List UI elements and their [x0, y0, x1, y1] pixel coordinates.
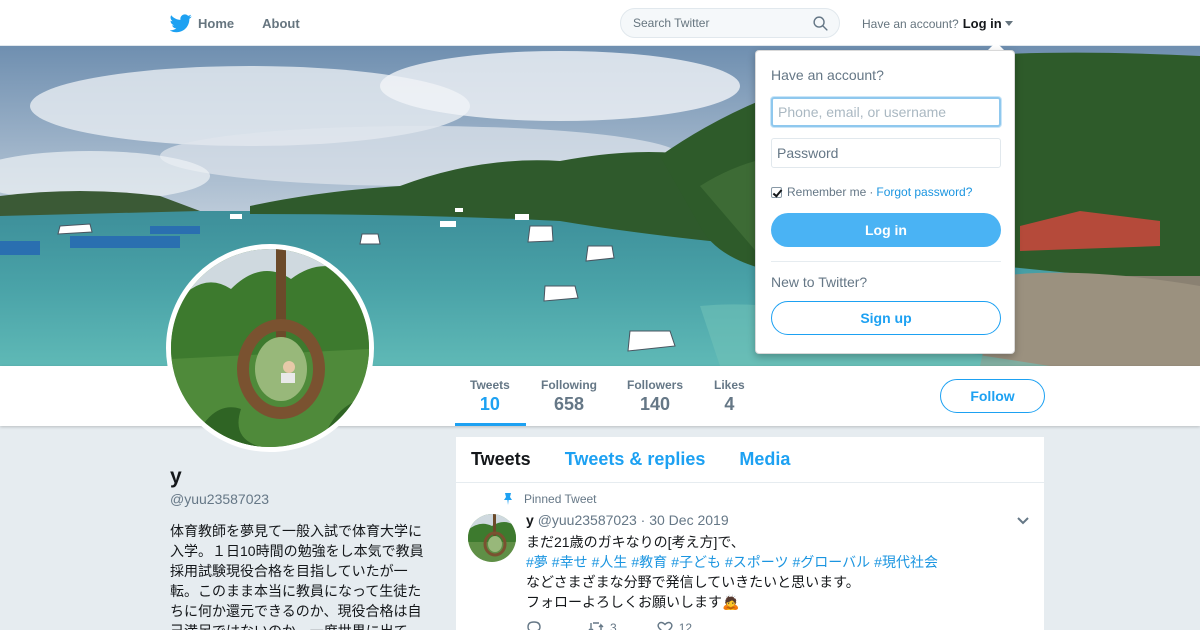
tweet-avatar-image [468, 514, 516, 562]
tweet-avatar[interactable] [468, 514, 516, 562]
dropdown-title: Have an account? [771, 67, 884, 83]
login-dropdown: Have an account? Phone, email, or userna… [755, 50, 1015, 354]
stat-value: 658 [553, 394, 585, 414]
remember-me-row: Remember me · Forgot password? [771, 185, 972, 199]
tweet-line: まだ21歳のガキなりの[考え方]で、 [526, 534, 745, 550]
reply-button[interactable] [526, 620, 548, 630]
avatar-image [171, 249, 369, 447]
stat-followers[interactable]: Followers 140 [627, 378, 683, 415]
username-field[interactable]: Phone, email, or username [771, 97, 1001, 127]
login-dropdown-toggle[interactable]: Log in [963, 16, 1002, 31]
dropdown-caret [988, 42, 1004, 50]
separator-dot: · [869, 185, 874, 199]
active-stat-underline [455, 423, 526, 426]
search-input[interactable]: Search Twitter [620, 8, 840, 38]
stat-label: Following [541, 378, 597, 392]
new-to-twitter-label: New to Twitter? [771, 274, 868, 290]
timeline-tabs: Tweets Tweets & replies Media [456, 437, 1044, 483]
stat-tweets[interactable]: Tweets 10 [470, 378, 510, 415]
username-placeholder: Phone, email, or username [778, 104, 947, 120]
hashtag-link[interactable]: #夢 [526, 554, 548, 570]
retweet-button[interactable]: 3 [588, 620, 617, 630]
stat-label: Tweets [470, 378, 510, 392]
stat-value: 4 [724, 394, 735, 414]
nav-left-group: Home About [170, 0, 328, 46]
tweet-text: まだ21歳のガキなりの[考え方]で、 #夢 #幸せ #人生 #教育 #子ども #スポーツ #… [526, 532, 1026, 612]
remember-me-label[interactable]: Remember me [787, 185, 866, 199]
hashtag-link[interactable]: #教育 [631, 554, 667, 570]
home-link[interactable]: Home [170, 12, 234, 34]
divider [771, 261, 1001, 262]
tweet-author[interactable]: y [526, 512, 534, 528]
tweet-line: などさまざまな分野で発信していきたいと思います。 [526, 574, 860, 590]
tab-tweets[interactable]: Tweets [471, 449, 531, 470]
stat-likes[interactable]: Likes 4 [714, 378, 745, 415]
tweet-handle[interactable]: @yuu23587023 [538, 512, 637, 528]
caret-down-icon[interactable] [1004, 21, 1013, 26]
hashtag-link[interactable]: #スポーツ [725, 554, 789, 570]
account-menu: Have an account? Log in [862, 16, 1013, 31]
profile-bio: 体育教師を夢見て一般入試で体育大学に入学。１日10時間の勉強をし本気で教員採用試… [170, 523, 424, 630]
pinned-indicator: Pinned Tweet [502, 492, 597, 506]
timeline: Tweets Tweets & replies Media Pinned Twe… [456, 437, 1044, 630]
profile-handle: @yuu23587023 [170, 491, 270, 507]
pin-icon [504, 493, 512, 505]
hashtag-link[interactable]: #幸せ [552, 554, 588, 570]
tweet-hashtags: #夢 #幸せ #人生 #教育 #子ども #スポーツ #グローバル #現代社会 [526, 552, 1026, 572]
about-link[interactable]: About [262, 16, 300, 31]
retweet-count: 3 [610, 621, 617, 630]
forgot-password-link[interactable]: Forgot password? [876, 185, 972, 199]
tweet-date[interactable]: 30 Dec 2019 [649, 512, 728, 528]
like-count: 12 [678, 621, 693, 630]
tweet-separator: · [640, 512, 646, 528]
tab-tweets-and-replies[interactable]: Tweets & replies [565, 449, 706, 470]
search-placeholder: Search Twitter [633, 16, 710, 30]
reply-icon [527, 621, 541, 630]
like-button[interactable]: 12 [657, 620, 692, 630]
signup-button[interactable]: Sign up [771, 301, 1001, 335]
chevron-down-icon[interactable] [1016, 514, 1030, 528]
tweet-line: フォローよろしくお願いします🙇 [526, 594, 740, 610]
hashtag-link[interactable]: #現代社会 [874, 554, 938, 570]
search-icon[interactable] [812, 15, 829, 32]
tweet-actions: 3 12 [526, 620, 732, 630]
twitter-bird-icon [170, 14, 192, 33]
stat-label: Followers [627, 378, 684, 392]
login-button[interactable]: Log in [771, 213, 1001, 247]
tweet-header: y @yuu23587023 · 30 Dec 2019 [526, 512, 729, 528]
stat-label: Likes [714, 378, 745, 392]
tab-media[interactable]: Media [739, 449, 790, 470]
remember-me-checkbox[interactable] [771, 186, 782, 198]
like-icon [657, 621, 673, 630]
account-prompt: Have an account? [862, 16, 959, 31]
top-navigation-bar: Home About Search Twitter Have an accoun… [0, 0, 1200, 46]
password-placeholder: Password [777, 145, 839, 161]
pinned-label: Pinned Tweet [524, 492, 597, 506]
stat-value: 10 [479, 394, 500, 414]
home-label: Home [198, 15, 235, 31]
profile-name: y [170, 465, 182, 488]
profile-avatar[interactable] [166, 244, 374, 452]
stat-value: 140 [639, 394, 671, 414]
hashtag-link[interactable]: #子ども [671, 554, 721, 570]
retweet-icon [588, 622, 604, 630]
stat-following[interactable]: Following 658 [541, 378, 597, 415]
password-field[interactable]: Password [771, 138, 1001, 168]
follow-button[interactable]: Follow [940, 379, 1045, 413]
hashtag-link[interactable]: #人生 [592, 554, 628, 570]
hashtag-link[interactable]: #グローバル [793, 554, 871, 570]
